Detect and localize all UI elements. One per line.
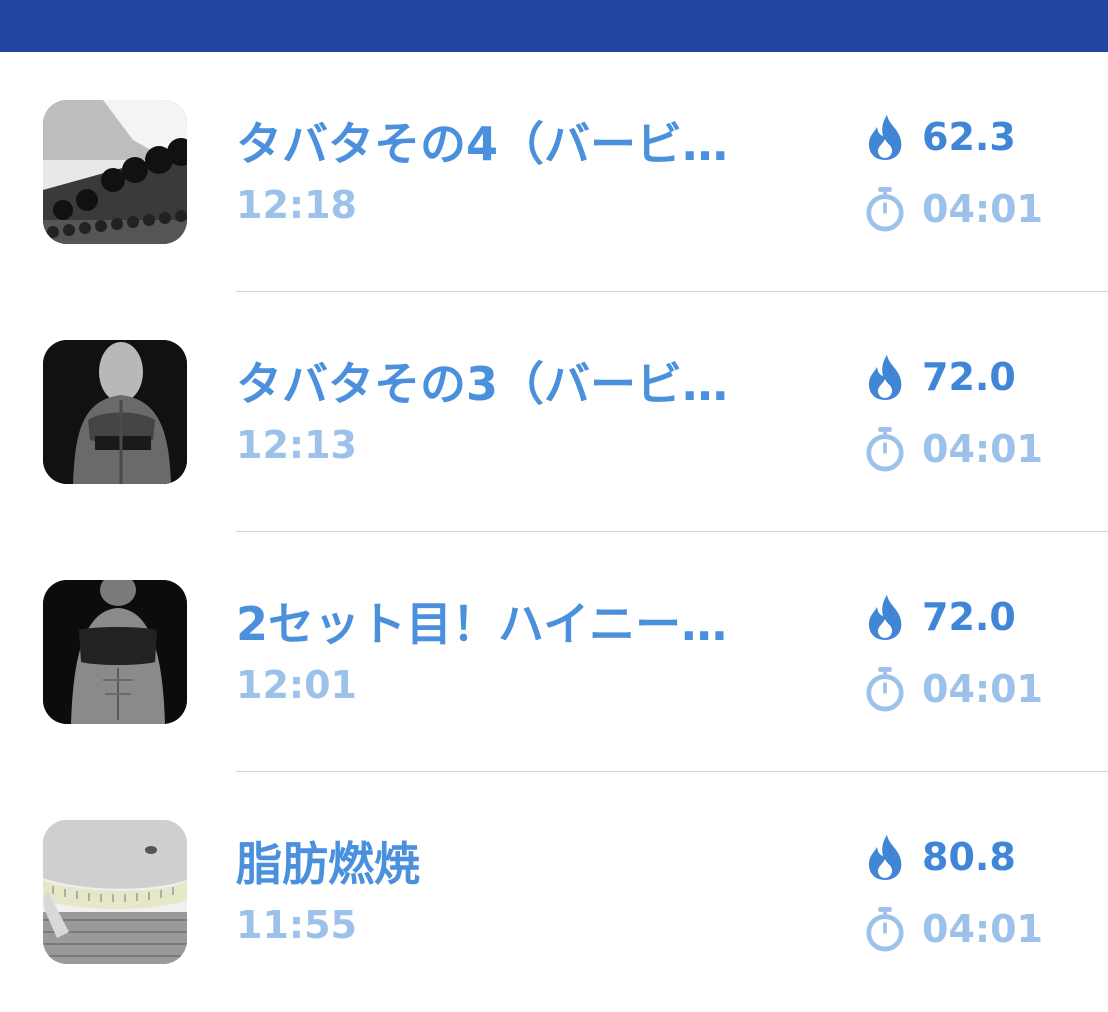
duration-value: 04:01 [922,907,1043,951]
duration-stat: 04:01 [864,424,1043,474]
stopwatch-icon [864,424,906,474]
workout-row[interactable]: 脂肪燃焼 11:55 80.8 04:01 [0,772,1108,1012]
flame-icon [864,352,906,402]
calories-stat: 80.8 [864,832,1016,882]
stopwatch-icon [864,904,906,954]
calories-stat: 72.0 [864,352,1016,402]
workout-thumbnail-woman-abs [43,580,187,724]
duration-value: 04:01 [922,187,1043,231]
stopwatch-icon [864,664,906,714]
calories-value: 72.0 [922,355,1016,399]
calories-value: 72.0 [922,595,1016,639]
workout-row[interactable]: タバタその3（バービ… 12:13 72.0 04:01 [0,292,1108,532]
calories-value: 80.8 [922,835,1016,879]
workout-thumbnail-dumbbell-rack [43,100,187,244]
workout-title: タバタその4（バービ… [236,117,729,171]
duration-stat: 04:01 [864,664,1043,714]
flame-icon [864,112,906,162]
workout-row[interactable]: タバタその4（バービ… 12:18 62.3 04:01 [0,52,1108,292]
workout-title: 脂肪燃焼 [236,837,420,891]
workout-title: タバタその3（バービ… [236,357,729,411]
calories-value: 62.3 [922,115,1016,159]
calories-stat: 72.0 [864,592,1016,642]
duration-value: 04:01 [922,667,1043,711]
workout-start-time: 11:55 [236,903,357,947]
workout-start-time: 12:01 [236,663,357,707]
workout-thumbnail-woman-back [43,340,187,484]
workout-thumbnail-measuring-tape [43,820,187,964]
workout-start-time: 12:18 [236,183,357,227]
flame-icon [864,592,906,642]
stopwatch-icon [864,184,906,234]
workout-title: 2セット目！ハイニー… [236,597,728,651]
workout-row[interactable]: 2セット目！ハイニー… 12:01 72.0 04:01 [0,532,1108,772]
duration-value: 04:01 [922,427,1043,471]
flame-icon [864,832,906,882]
top-navigation-bar [0,0,1108,52]
duration-stat: 04:01 [864,904,1043,954]
duration-stat: 04:01 [864,184,1043,234]
workout-start-time: 12:13 [236,423,357,467]
workout-history-list: タバタその4（バービ… 12:18 62.3 04:01 タバタその3（バービ…… [0,52,1108,1012]
calories-stat: 62.3 [864,112,1016,162]
